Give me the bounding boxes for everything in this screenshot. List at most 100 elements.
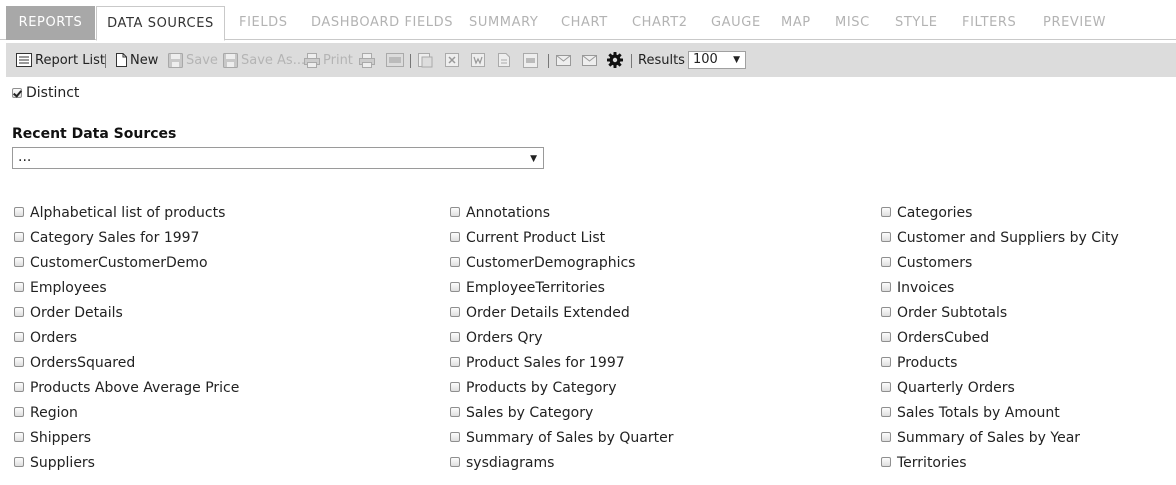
data-source-item[interactable]: Shippers: [14, 425, 239, 450]
tab-dashboard-fields[interactable]: DASHBOARD FIELDS: [311, 6, 453, 40]
tab-chart[interactable]: CHART: [561, 6, 608, 40]
results-select[interactable]: 100 ▼: [688, 51, 746, 69]
tab-preview[interactable]: PREVIEW: [1043, 6, 1106, 40]
tab-data-sources[interactable]: DATA SOURCES: [96, 6, 225, 41]
tab-fields[interactable]: FIELDS: [239, 6, 288, 40]
data-source-item[interactable]: Territories: [881, 450, 1119, 475]
data-source-item[interactable]: Order Details Extended: [450, 300, 673, 325]
data-source-item[interactable]: Products Above Average Price: [14, 375, 239, 400]
data-source-item[interactable]: Order Details: [14, 300, 239, 325]
data-source-checkbox[interactable]: [450, 406, 460, 417]
data-source-item[interactable]: CustomerDemographics: [450, 250, 673, 275]
data-source-item[interactable]: OrdersSquared: [14, 350, 239, 375]
data-source-item[interactable]: Categories: [881, 200, 1119, 225]
data-source-item[interactable]: Suppliers: [14, 450, 239, 475]
data-source-checkbox[interactable]: [881, 281, 891, 292]
data-source-checkbox[interactable]: [450, 381, 460, 392]
tab-style[interactable]: STYLE: [895, 6, 938, 40]
send-email-button[interactable]: [556, 43, 571, 77]
data-source-checkbox[interactable]: [14, 206, 24, 217]
data-source-checkbox[interactable]: [450, 306, 460, 317]
data-source-checkbox[interactable]: [14, 331, 24, 342]
save-as-button[interactable]: Save As...: [223, 43, 305, 77]
save-button[interactable]: Save: [168, 43, 218, 77]
data-source-item[interactable]: OrdersCubed: [881, 325, 1119, 350]
data-source-checkbox[interactable]: [881, 406, 891, 417]
data-source-checkbox[interactable]: [450, 331, 460, 342]
data-source-item[interactable]: Product Sales for 1997: [450, 350, 673, 375]
data-source-checkbox[interactable]: [881, 231, 891, 242]
data-source-item[interactable]: Customers: [881, 250, 1119, 275]
data-source-item[interactable]: Sales by Category: [450, 400, 673, 425]
data-source-item[interactable]: Orders: [14, 325, 239, 350]
data-source-checkbox[interactable]: [14, 356, 24, 367]
tab-filters[interactable]: FILTERS: [962, 6, 1016, 40]
data-source-checkbox[interactable]: [450, 356, 460, 367]
data-source-checkbox[interactable]: [450, 431, 460, 442]
new-button[interactable]: New: [116, 43, 158, 77]
data-source-checkbox[interactable]: [881, 456, 891, 467]
data-source-checkbox[interactable]: [450, 206, 460, 217]
data-source-checkbox[interactable]: [450, 231, 460, 242]
data-source-checkbox[interactable]: [881, 431, 891, 442]
tab-misc[interactable]: MISC: [835, 6, 870, 40]
data-source-checkbox[interactable]: [14, 431, 24, 442]
data-source-checkbox[interactable]: [14, 456, 24, 467]
export-text-button[interactable]: [498, 43, 510, 77]
data-source-checkbox[interactable]: [14, 381, 24, 392]
data-source-item[interactable]: Sales Totals by Amount: [881, 400, 1119, 425]
data-source-item[interactable]: Current Product List: [450, 225, 673, 250]
data-source-item[interactable]: Alphabetical list of products: [14, 200, 239, 225]
distinct-option: Distinct: [12, 84, 79, 102]
settings-button[interactable]: [607, 43, 623, 77]
data-source-checkbox[interactable]: [14, 306, 24, 317]
print-button[interactable]: Print: [304, 43, 353, 77]
data-source-item[interactable]: Invoices: [881, 275, 1119, 300]
data-source-item[interactable]: Category Sales for 1997: [14, 225, 239, 250]
tab-chart2[interactable]: CHART2: [632, 6, 688, 40]
data-source-checkbox[interactable]: [881, 356, 891, 367]
export-excel-button[interactable]: [445, 43, 459, 77]
data-source-label: Products Above Average Price: [30, 379, 240, 396]
tab-gauge[interactable]: GAUGE: [711, 6, 761, 40]
data-source-item[interactable]: Summary of Sales by Quarter: [450, 425, 673, 450]
data-source-item[interactable]: Products by Category: [450, 375, 673, 400]
recent-data-sources-select[interactable]: ... ▼: [12, 147, 544, 169]
data-source-item[interactable]: Order Subtotals: [881, 300, 1119, 325]
data-source-item[interactable]: Quarterly Orders: [881, 375, 1119, 400]
data-source-checkbox[interactable]: [450, 456, 460, 467]
data-source-checkbox[interactable]: [14, 406, 24, 417]
tab-summary[interactable]: SUMMARY: [469, 6, 538, 40]
data-source-item[interactable]: EmployeeTerritories: [450, 275, 673, 300]
data-source-checkbox[interactable]: [881, 331, 891, 342]
distinct-checkbox[interactable]: [12, 88, 22, 98]
data-source-checkbox[interactable]: [881, 381, 891, 392]
tab-reports[interactable]: REPORTS: [6, 6, 95, 40]
data-source-item[interactable]: Summary of Sales by Year: [881, 425, 1119, 450]
tab-map[interactable]: MAP: [781, 6, 811, 40]
html-export-button[interactable]: [359, 43, 375, 77]
export-csv-button[interactable]: [418, 43, 433, 77]
data-source-checkbox[interactable]: [881, 306, 891, 317]
sql-button[interactable]: [386, 43, 404, 77]
data-source-checkbox[interactable]: [881, 256, 891, 267]
data-source-checkbox[interactable]: [450, 281, 460, 292]
schedule-email-button[interactable]: [582, 43, 597, 77]
data-source-item[interactable]: Employees: [14, 275, 239, 300]
data-source-item[interactable]: Products: [881, 350, 1119, 375]
data-source-item[interactable]: sysdiagrams: [450, 450, 673, 475]
data-source-checkbox[interactable]: [881, 206, 891, 217]
export-xml-button[interactable]: [523, 43, 538, 77]
data-source-checkbox[interactable]: [450, 256, 460, 267]
data-source-item[interactable]: Annotations: [450, 200, 673, 225]
export-word-button[interactable]: [471, 43, 485, 77]
data-source-item[interactable]: Orders Qry: [450, 325, 673, 350]
data-source-item[interactable]: Customer and Suppliers by City: [881, 225, 1119, 250]
results-select-value: 100: [693, 52, 718, 67]
data-source-item[interactable]: CustomerCustomerDemo: [14, 250, 239, 275]
data-source-checkbox[interactable]: [14, 281, 24, 292]
data-source-checkbox[interactable]: [14, 231, 24, 242]
data-source-checkbox[interactable]: [14, 256, 24, 267]
report-list-button[interactable]: Report List: [16, 43, 105, 77]
data-source-item[interactable]: Region: [14, 400, 239, 425]
